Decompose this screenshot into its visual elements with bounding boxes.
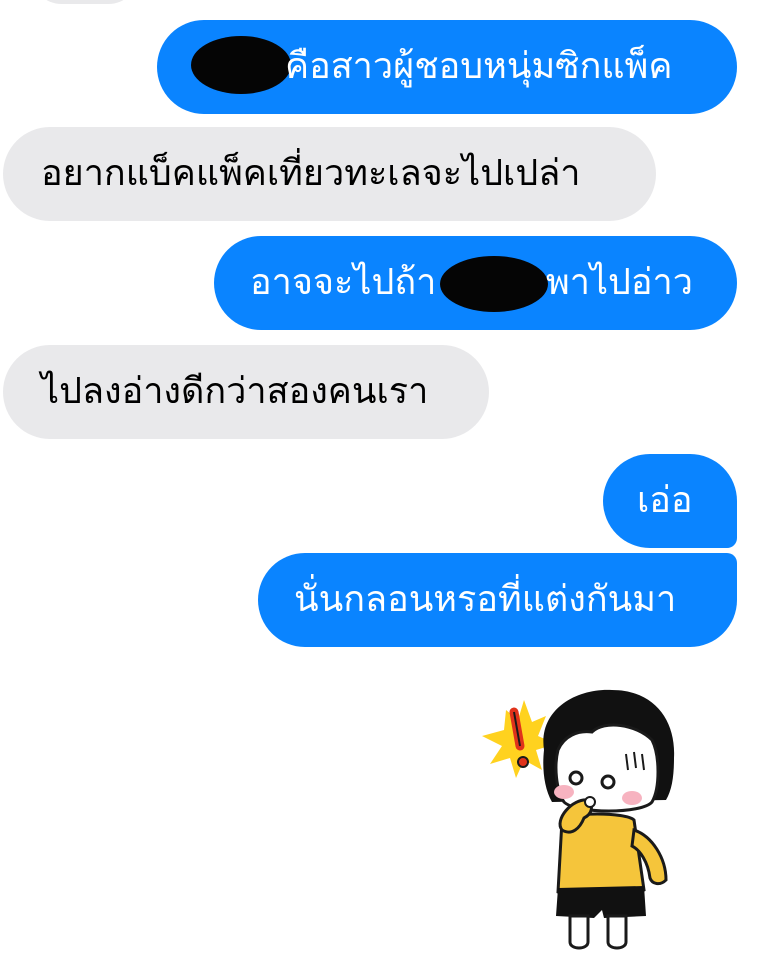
redacted-name-mark — [440, 256, 548, 312]
message-bubble-incoming[interactable]: ไปลงอ่างดีกว่าสองคนเรา — [3, 345, 489, 439]
message-bubble-outgoing[interactable]: นั่นกลอนหรอที่แต่งกันมา — [258, 553, 737, 647]
previous-message-bubble-fragment — [30, 0, 140, 4]
message-text: นั่นกลอนหรอที่แต่งกันมา — [294, 579, 677, 620]
message-bubble-outgoing[interactable]: อาจจะไปถ้า พาไปอ่าว — [214, 236, 737, 330]
redacted-name-mark — [191, 36, 291, 94]
message-text: ไปลงอ่างดีกว่าสองคนเรา — [41, 371, 429, 412]
message-bubble-incoming[interactable]: อยากแบ็คแพ็คเที่ยวทะเลจะไปเปล่า — [3, 127, 656, 221]
message-text: คือสาวผู้ชอบหนุ่มซิกแพ็ค — [285, 46, 673, 87]
message-bubble-outgoing[interactable]: คือสาวผู้ชอบหนุ่มซิกแพ็ค — [157, 20, 737, 114]
message-bubble-outgoing[interactable]: เอ่อ — [603, 454, 737, 548]
message-text-after: พาไปอ่าว — [546, 262, 693, 303]
surprised-girl-sticker-icon[interactable] — [476, 680, 706, 955]
chat-thread: คือสาวผู้ชอบหนุ่มซิกแพ็ค อยากแบ็คแพ็คเที… — [0, 0, 770, 960]
message-text: เอ่อ — [637, 480, 693, 521]
message-text: อยากแบ็คแพ็คเที่ยวทะเลจะไปเปล่า — [41, 153, 581, 194]
message-text-before: อาจจะไปถ้า — [250, 262, 437, 303]
